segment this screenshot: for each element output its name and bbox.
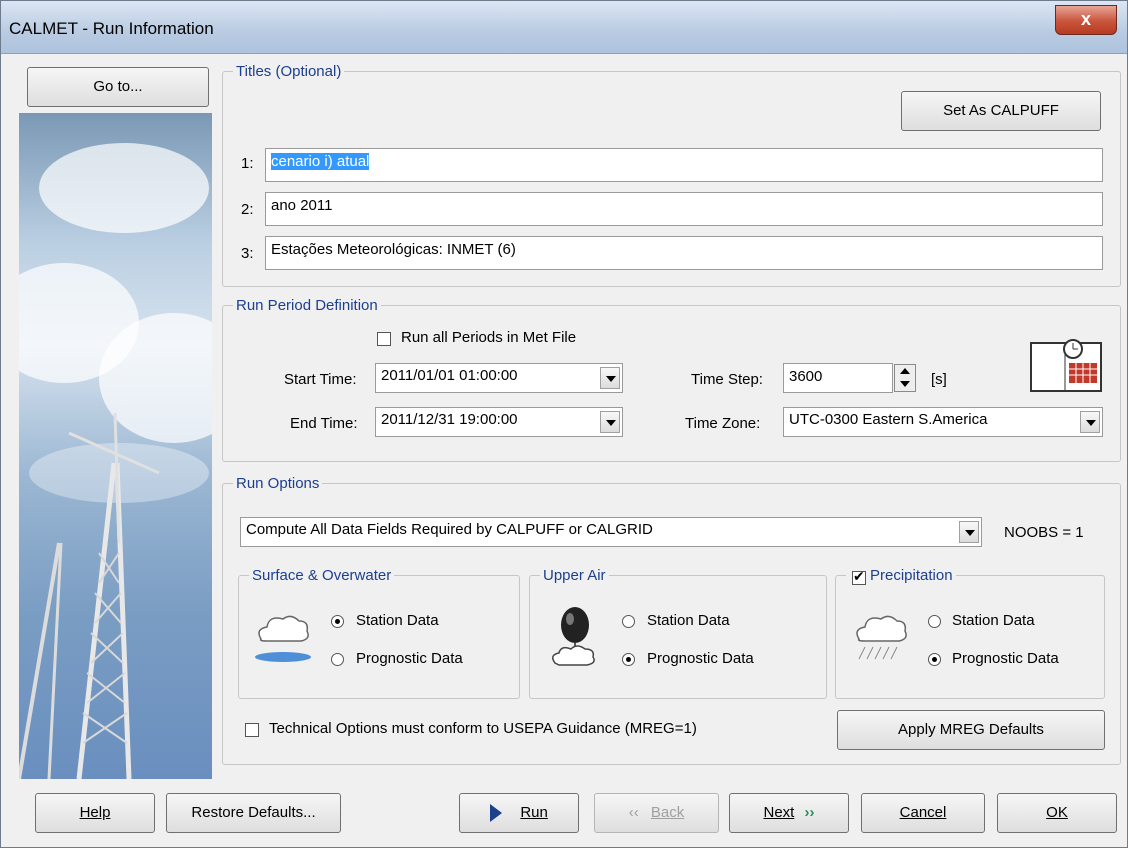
- surface-prognostic-label: Prognostic Data: [356, 650, 463, 667]
- title-1-input[interactable]: cenario i) atual: [265, 148, 1103, 182]
- end-time-dropdown-icon[interactable]: [600, 411, 620, 433]
- precip-station-radio[interactable]: [928, 615, 941, 628]
- compute-fields-dropdown-icon[interactable]: [959, 521, 979, 543]
- surface-legend: Surface & Overwater: [252, 567, 392, 584]
- calmet-run-information-window: CALMET - Run Information x Go to... Titl…: [0, 0, 1128, 848]
- time-step-spinner[interactable]: [894, 364, 916, 392]
- surface-station-label: Station Data: [356, 612, 439, 629]
- restore-defaults-button[interactable]: Restore Defaults...: [166, 793, 341, 833]
- time-step-unit: [s]: [931, 371, 947, 388]
- noobs-label: NOOBS = 1: [1004, 524, 1084, 541]
- surface-prognostic-radio[interactable]: [331, 653, 344, 666]
- title-2-input[interactable]: ano 2011: [265, 192, 1103, 226]
- compute-fields-value: Compute All Data Fields Required by CALP…: [246, 521, 653, 538]
- upper-station-radio[interactable]: [622, 615, 635, 628]
- close-button[interactable]: x: [1055, 5, 1117, 35]
- title-3-label: 3:: [241, 245, 254, 262]
- time-zone-dropdown-icon[interactable]: [1080, 411, 1100, 433]
- help-button[interactable]: Help: [35, 793, 155, 833]
- calendar-clock-icon[interactable]: [1029, 337, 1103, 395]
- start-time-select[interactable]: 2011/01/01 01:00:00: [375, 363, 623, 393]
- run-all-periods-label: Run all Periods in Met File: [401, 329, 577, 346]
- end-time-value: 2011/12/31 19:00:00: [381, 411, 518, 428]
- apply-mreg-defaults-button[interactable]: Apply MREG Defaults: [837, 710, 1105, 750]
- precip-station-label: Station Data: [952, 612, 1035, 629]
- upper-legend: Upper Air: [543, 567, 606, 584]
- title-bar: CALMET - Run Information x: [1, 1, 1127, 54]
- precip-prognostic-radio[interactable]: [928, 653, 941, 666]
- rain-cloud-icon: [851, 609, 911, 667]
- back-chevron-icon: ‹‹: [628, 804, 639, 821]
- time-zone-label: Time Zone:: [685, 415, 761, 432]
- precipitation-checkbox[interactable]: [852, 568, 866, 585]
- next-label: Next: [763, 804, 795, 821]
- run-all-periods-checkbox[interactable]: [377, 332, 391, 346]
- weather-tower-icon: [19, 412, 160, 779]
- title-2-label: 2:: [241, 201, 254, 218]
- run-play-icon: [490, 804, 503, 823]
- technical-options-checkbox[interactable]: [245, 723, 259, 737]
- start-time-dropdown-icon[interactable]: [600, 367, 620, 389]
- run-period-legend: Run Period Definition: [236, 297, 378, 314]
- title-3-input[interactable]: Estações Meteorológicas: INMET (6): [265, 236, 1103, 270]
- time-step-input[interactable]: 3600: [783, 363, 893, 393]
- titles-legend: Titles (Optional): [236, 63, 342, 80]
- compute-fields-select[interactable]: Compute All Data Fields Required by CALP…: [240, 517, 982, 547]
- ok-label: OK: [1046, 804, 1068, 821]
- run-button[interactable]: Run: [459, 793, 579, 833]
- spin-up-icon[interactable]: [895, 365, 915, 378]
- technical-options-label: Technical Options must conform to USEPA …: [269, 720, 697, 737]
- upper-prognostic-label: Prognostic Data: [647, 650, 754, 667]
- weather-balloon-icon: [549, 605, 601, 671]
- help-label: Help: [79, 804, 111, 821]
- set-as-calpuff-button[interactable]: Set As CALPUFF: [901, 91, 1101, 131]
- cancel-button[interactable]: Cancel: [861, 793, 985, 833]
- start-time-value: 2011/01/01 01:00:00: [381, 367, 518, 384]
- precip-prognostic-label: Prognostic Data: [952, 650, 1059, 667]
- next-chevron-icon: ››: [804, 804, 815, 821]
- time-step-label: Time Step:: [691, 371, 763, 388]
- time-zone-value: UTC-0300 Eastern S.America: [789, 411, 988, 428]
- spin-down-icon[interactable]: [895, 378, 915, 391]
- run-period-group: Run Period Definition: [222, 297, 1121, 462]
- start-time-label: Start Time:: [284, 371, 357, 388]
- title-1-label: 1:: [241, 155, 254, 172]
- next-button[interactable]: Next ››: [729, 793, 849, 833]
- back-button[interactable]: ‹‹ Back: [594, 793, 719, 833]
- end-time-select[interactable]: 2011/12/31 19:00:00: [375, 407, 623, 437]
- cancel-label: Cancel: [899, 804, 947, 821]
- upper-prognostic-radio[interactable]: [622, 653, 635, 666]
- sidebar-image: [19, 113, 212, 779]
- time-zone-select[interactable]: UTC-0300 Eastern S.America: [783, 407, 1103, 437]
- cloud-water-icon: [253, 609, 315, 667]
- title-1-value: cenario i) atual: [271, 153, 370, 170]
- back-label: Back: [650, 804, 685, 821]
- run-options-legend: Run Options: [236, 475, 320, 492]
- end-time-label: End Time:: [290, 415, 358, 432]
- ok-button[interactable]: OK: [997, 793, 1117, 833]
- goto-button[interactable]: Go to...: [27, 67, 209, 107]
- window-title: CALMET - Run Information: [9, 19, 214, 38]
- surface-station-radio[interactable]: [331, 615, 344, 628]
- upper-station-label: Station Data: [647, 612, 730, 629]
- run-label: Run: [520, 804, 548, 821]
